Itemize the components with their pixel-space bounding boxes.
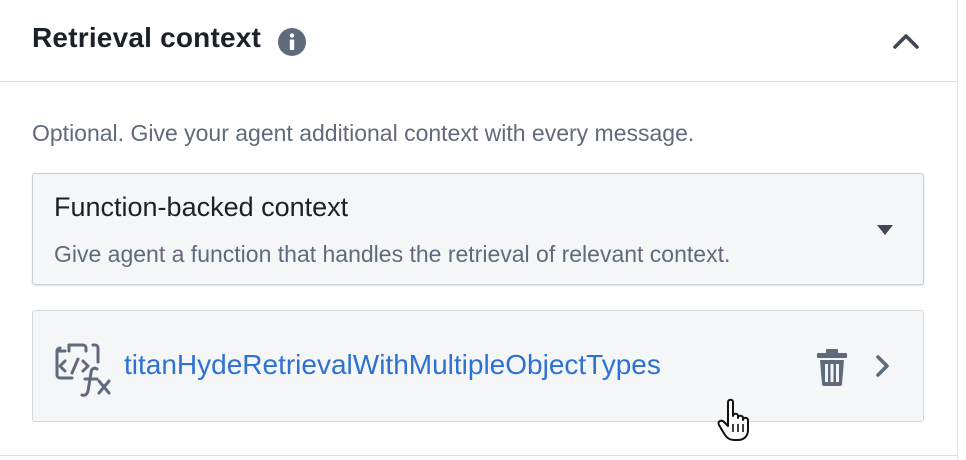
- trash-icon[interactable]: [815, 347, 849, 387]
- context-type-select[interactable]: Function-backed context Give agent a fun…: [32, 173, 924, 285]
- function-name-link[interactable]: titanHydeRetrievalWithMultipleObjectType…: [124, 349, 661, 381]
- section-divider: [0, 455, 958, 456]
- selected-option-title: Function-backed context: [54, 192, 349, 222]
- chevron-up-icon[interactable]: [890, 27, 922, 55]
- info-icon[interactable]: [277, 27, 307, 57]
- function-item-card[interactable]: titanHydeRetrievalWithMultipleObjectType…: [32, 310, 924, 422]
- section-header[interactable]: Retrieval context: [0, 0, 958, 82]
- retrieval-context-panel: Retrieval context Optional. Give your ag…: [0, 0, 958, 460]
- pointer-hand-cursor-icon: [717, 398, 749, 441]
- section-title: Retrieval context: [32, 22, 262, 53]
- caret-down-icon: [877, 225, 893, 235]
- selected-option-description: Give agent a function that handles the r…: [54, 241, 731, 267]
- section-description: Optional. Give your agent additional con…: [32, 120, 695, 146]
- function-icon: [55, 343, 111, 397]
- chevron-right-icon[interactable]: [871, 351, 895, 381]
